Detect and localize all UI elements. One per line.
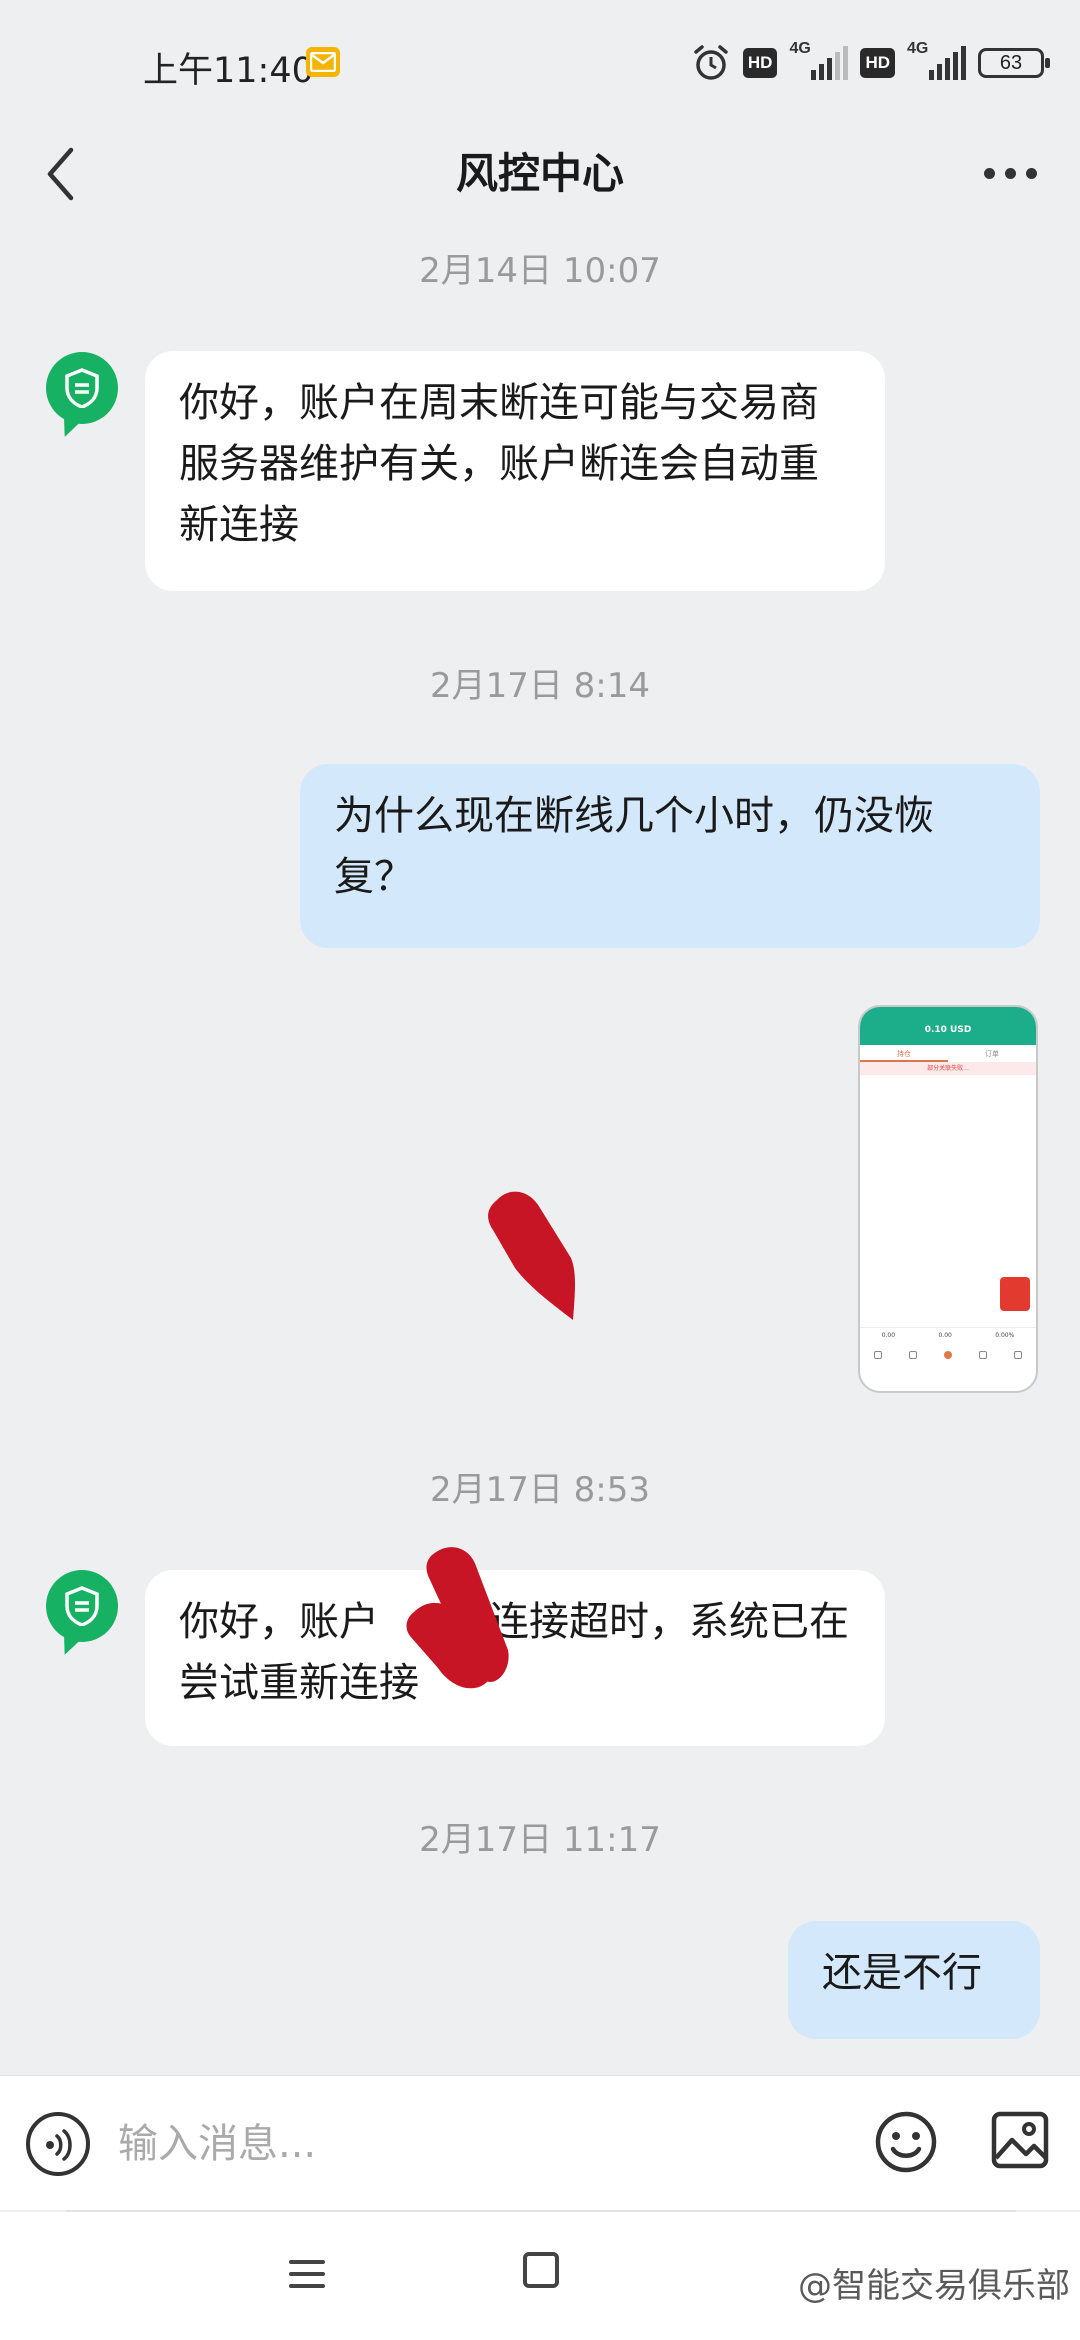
status-time: 上午11:40 (143, 51, 314, 91)
signal-icon: 4G (907, 40, 966, 80)
timestamp: 2月17日 8:53 (429, 1470, 651, 1510)
hd-badge: HD (860, 48, 895, 78)
thumbnail-warning: 部分关联失败... (860, 1063, 1036, 1075)
page-title: 风控中心 (455, 149, 624, 198)
alarm-icon (694, 45, 728, 80)
redaction-mark (488, 1191, 575, 1320)
sent-image-thumbnail[interactable]: 0.10 USD 持仓 订单 部分关联失败... 0.00 0.00 0.00% (858, 1005, 1038, 1393)
sent-message[interactable]: 还是不行 (788, 1921, 1040, 2039)
input-bar (0, 2075, 1080, 2210)
message-input[interactable] (118, 2106, 838, 2182)
avatar[interactable] (46, 352, 118, 424)
voice-button[interactable] (26, 2112, 90, 2176)
thumbnail-stat: 0.00% (995, 1332, 1015, 1339)
shield-icon (65, 1586, 99, 1626)
status-bar: 上午11:40 HD 4G HD 4G 63 (0, 0, 1080, 130)
mail-icon (306, 47, 340, 77)
voice-icon (46, 2129, 72, 2161)
thumbnail-title: 0.10 USD (924, 1025, 972, 1035)
battery-icon: 63 (978, 48, 1050, 78)
shield-icon (65, 368, 99, 408)
image-icon (991, 2111, 1049, 2169)
thumbnail-stat: 0.00 (938, 1332, 952, 1339)
thumbnail-red-badge (1000, 1277, 1030, 1311)
more-button[interactable] (970, 148, 1050, 198)
system-nav-bar: @智能交易俱乐部 (0, 2212, 1080, 2340)
timestamp: 2月17日 8:14 (429, 666, 651, 706)
thumbnail-tab: 持仓 (860, 1045, 948, 1062)
image-button[interactable] (990, 2110, 1054, 2174)
header: 风控中心 (0, 130, 1080, 230)
emoji-button[interactable] (874, 2110, 938, 2174)
more-dots-icon (983, 167, 995, 179)
timestamp: 2月17日 11:17 (419, 1820, 661, 1860)
home-icon[interactable] (523, 2252, 559, 2288)
hd-badge: HD (742, 48, 778, 78)
emoji-icon (875, 2111, 937, 2173)
timestamp: 2月14日 10:07 (419, 251, 661, 291)
thumbnail-tab: 订单 (985, 1050, 999, 1058)
redaction-mark (406, 1547, 509, 1689)
watermark: @智能交易俱乐部 (798, 2266, 1070, 2306)
status-icons: HD 4G HD 4G 63 (691, 40, 1050, 86)
message-text: 你好，账户 (179, 1599, 379, 1645)
received-message[interactable]: 你好，账户在周末断连可能与交易商服务器维护有关，账户断连会自动重新连接 (145, 351, 885, 591)
menu-icon[interactable] (285, 2252, 329, 2296)
avatar[interactable] (46, 1570, 118, 1642)
thumbnail-stat: 0.00 (881, 1332, 896, 1339)
sent-message[interactable]: 为什么现在断线几个小时，仍没恢复？ (300, 764, 1040, 948)
signal-icon: 4G (789, 40, 849, 80)
